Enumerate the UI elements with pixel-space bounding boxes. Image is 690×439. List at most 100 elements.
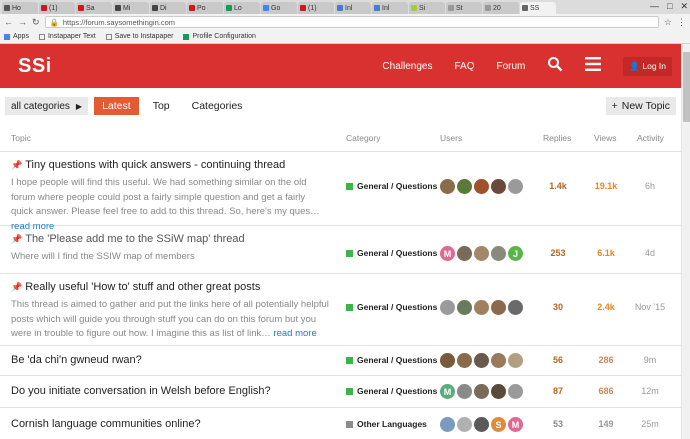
avatar[interactable] bbox=[440, 417, 455, 432]
nav-challenges[interactable]: Challenges bbox=[382, 61, 432, 72]
avatar[interactable] bbox=[457, 384, 472, 399]
tab-categories[interactable]: Categories bbox=[184, 97, 251, 115]
bookmark-save-to-instapaper[interactable]: Save to Instapaper bbox=[105, 33, 173, 40]
reload-icon[interactable]: ↻ bbox=[32, 17, 40, 28]
category-dropdown[interactable]: all categories ▶ bbox=[5, 97, 89, 115]
browser-tab[interactable]: (1) bbox=[39, 2, 75, 14]
avatar[interactable] bbox=[474, 417, 489, 432]
avatar[interactable] bbox=[508, 300, 523, 315]
avatar[interactable] bbox=[474, 384, 489, 399]
search-icon[interactable] bbox=[547, 56, 563, 76]
avatar[interactable] bbox=[457, 300, 472, 315]
last-activity[interactable]: 6h bbox=[632, 181, 668, 191]
avatar[interactable]: M bbox=[508, 417, 523, 432]
reply-count[interactable]: 56 bbox=[538, 355, 578, 365]
avatar[interactable] bbox=[491, 384, 506, 399]
avatar[interactable] bbox=[440, 353, 455, 368]
avatar[interactable] bbox=[508, 353, 523, 368]
avatar[interactable] bbox=[508, 179, 523, 194]
category-badge[interactable]: Other Languages bbox=[346, 419, 427, 429]
reply-count[interactable]: 253 bbox=[538, 248, 578, 258]
topic-title-link[interactable]: Be 'da chi'n gwneud rwan? bbox=[11, 354, 142, 366]
last-activity[interactable]: 12m bbox=[632, 386, 668, 396]
avatar[interactable] bbox=[474, 246, 489, 261]
header-topic[interactable]: Topic bbox=[11, 133, 31, 143]
last-activity[interactable]: 4d bbox=[632, 248, 668, 258]
category-badge[interactable]: General / Questions bbox=[346, 248, 437, 258]
reply-count[interactable]: 87 bbox=[538, 386, 578, 396]
menu-dots-icon[interactable]: ⋮ bbox=[677, 17, 686, 28]
category-badge[interactable]: General / Questions bbox=[346, 386, 437, 396]
last-activity[interactable]: 25m bbox=[632, 419, 668, 429]
page-scrollbar[interactable] bbox=[681, 44, 690, 439]
avatar[interactable] bbox=[491, 353, 506, 368]
header-category[interactable]: Category bbox=[346, 133, 381, 143]
last-activity[interactable]: Nov '15 bbox=[632, 302, 668, 312]
star-icon[interactable]: ☆ bbox=[664, 17, 672, 28]
url-field[interactable]: 🔒 https://forum.saysomethingin.com bbox=[44, 16, 659, 28]
browser-tab[interactable]: 20 bbox=[483, 2, 519, 14]
forward-icon[interactable]: → bbox=[18, 17, 27, 27]
browser-tab[interactable]: Di bbox=[150, 2, 186, 14]
avatar[interactable] bbox=[440, 179, 455, 194]
avatar[interactable] bbox=[440, 300, 455, 315]
tab-top[interactable]: Top bbox=[145, 97, 178, 115]
avatar[interactable] bbox=[474, 353, 489, 368]
avatar[interactable] bbox=[457, 417, 472, 432]
bookmark-instapaper-text[interactable]: Instapaper Text bbox=[38, 33, 96, 40]
browser-tab[interactable]: Inl bbox=[372, 2, 408, 14]
avatar[interactable] bbox=[491, 179, 506, 194]
bookmark-apps[interactable]: Apps bbox=[4, 33, 29, 40]
browser-tab[interactable]: Inl bbox=[335, 2, 371, 14]
avatar[interactable]: M bbox=[440, 384, 455, 399]
close-icon[interactable]: ✕ bbox=[680, 0, 688, 12]
avatar[interactable] bbox=[474, 300, 489, 315]
browser-tab[interactable]: Po bbox=[187, 2, 223, 14]
header-views[interactable]: Views bbox=[594, 133, 617, 143]
avatar[interactable] bbox=[491, 246, 506, 261]
header-replies[interactable]: Replies bbox=[543, 133, 571, 143]
login-button[interactable]: 👤 Log In bbox=[623, 56, 672, 76]
browser-tab[interactable]: SS bbox=[520, 2, 556, 14]
browser-tab[interactable]: Si bbox=[409, 2, 445, 14]
maximize-icon[interactable]: □ bbox=[667, 0, 672, 12]
browser-tab[interactable]: Lo bbox=[224, 2, 260, 14]
avatar[interactable] bbox=[491, 300, 506, 315]
hamburger-menu-icon[interactable] bbox=[585, 57, 602, 75]
reply-count[interactable]: 1.4k bbox=[538, 181, 578, 191]
site-logo[interactable]: SSi bbox=[18, 55, 52, 78]
topic-title-link[interactable]: 📌 The 'Please add me to the SSiW map' thr… bbox=[11, 233, 245, 245]
category-badge[interactable]: General / Questions bbox=[346, 355, 437, 365]
nav-forum[interactable]: Forum bbox=[496, 61, 525, 72]
avatar[interactable] bbox=[457, 246, 472, 261]
tab-latest[interactable]: Latest bbox=[94, 97, 139, 115]
topic-title-link[interactable]: 📌 Really useful 'How to' stuff and other … bbox=[11, 281, 260, 293]
topic-title-link[interactable]: 📌 Tiny questions with quick answers - con… bbox=[11, 159, 285, 171]
browser-tab[interactable]: Mi bbox=[113, 2, 149, 14]
topic-title-link[interactable]: Cornish language communities online? bbox=[11, 418, 201, 430]
category-badge[interactable]: General / Questions bbox=[346, 181, 437, 191]
new-topic-button[interactable]: + New Topic bbox=[605, 97, 676, 115]
header-activity[interactable]: Activity bbox=[637, 133, 664, 143]
avatar[interactable] bbox=[474, 179, 489, 194]
scrollbar-thumb[interactable] bbox=[683, 52, 690, 122]
category-badge[interactable]: General / Questions bbox=[346, 302, 437, 312]
avatar[interactable]: S bbox=[491, 417, 506, 432]
read-more-link[interactable]: read more bbox=[273, 328, 316, 339]
bookmark-profile-configuration[interactable]: Profile Configuration bbox=[183, 33, 256, 40]
last-activity[interactable]: 9m bbox=[632, 355, 668, 365]
browser-tab[interactable]: St bbox=[446, 2, 482, 14]
reply-count[interactable]: 53 bbox=[538, 419, 578, 429]
avatar[interactable]: J bbox=[508, 246, 523, 261]
browser-tab[interactable]: Sa bbox=[76, 2, 112, 14]
nav-faq[interactable]: FAQ bbox=[454, 61, 474, 72]
avatar[interactable] bbox=[457, 353, 472, 368]
avatar[interactable]: M bbox=[440, 246, 455, 261]
back-icon[interactable]: ← bbox=[4, 17, 13, 27]
minimize-icon[interactable]: — bbox=[650, 0, 659, 12]
avatar[interactable] bbox=[508, 384, 523, 399]
browser-tab[interactable]: Ho bbox=[2, 2, 38, 14]
topic-title-link[interactable]: Do you initiate conversation in Welsh be… bbox=[11, 385, 271, 397]
browser-tab[interactable]: (1) bbox=[298, 2, 334, 14]
reply-count[interactable]: 30 bbox=[538, 302, 578, 312]
